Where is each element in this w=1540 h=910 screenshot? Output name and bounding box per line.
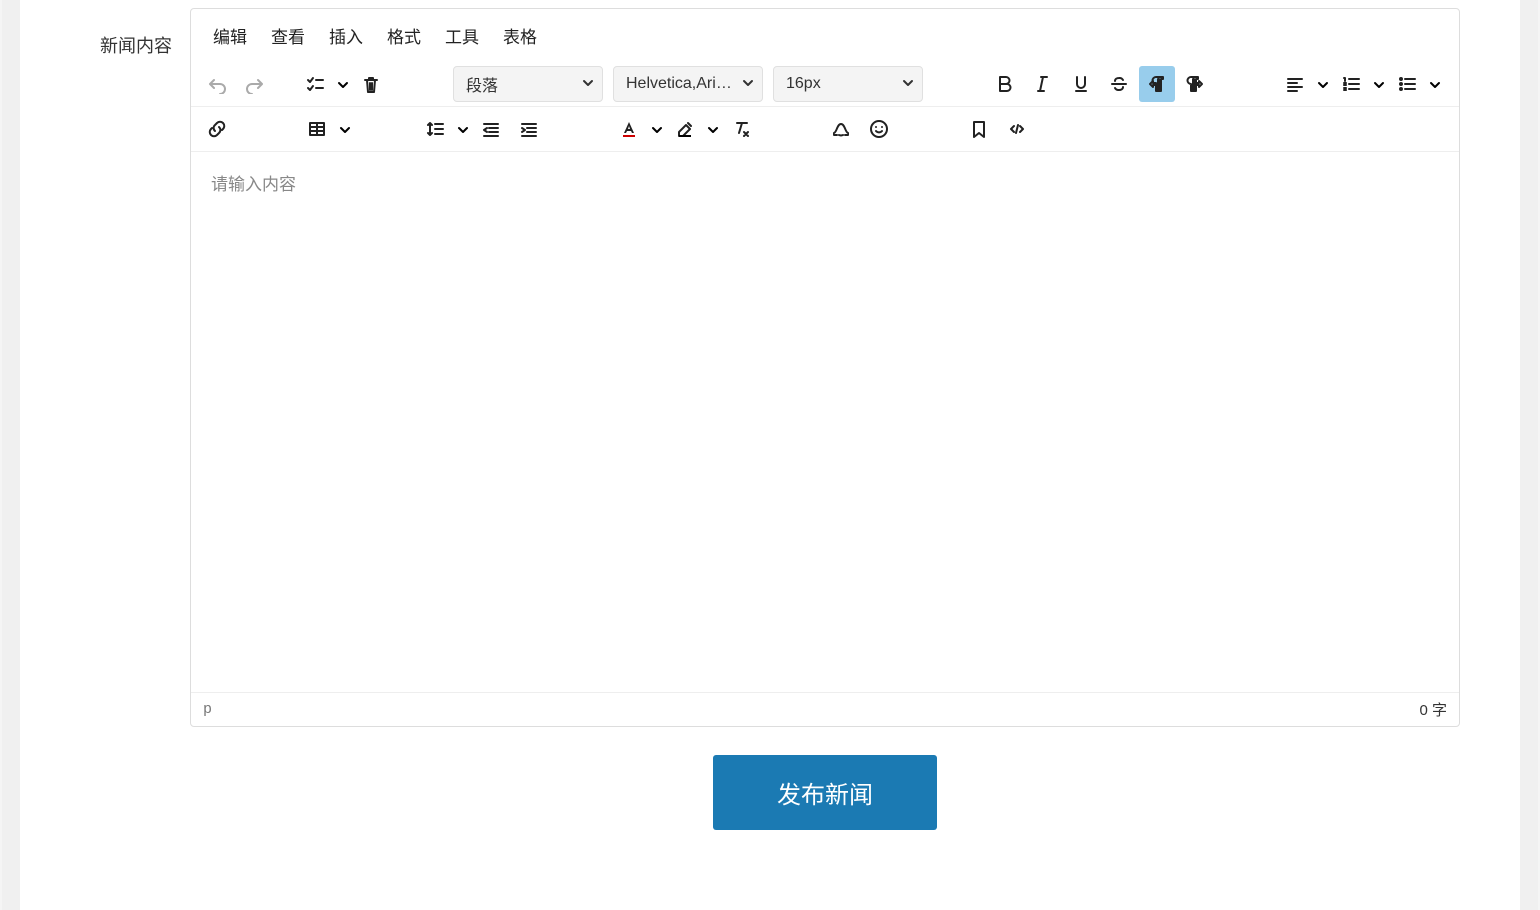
menu-view[interactable]: 查看 — [259, 15, 317, 56]
indent-icon — [519, 119, 539, 139]
bookmark-button[interactable] — [961, 111, 997, 147]
rtl-button[interactable] — [1177, 66, 1213, 102]
ordered-list-button[interactable] — [1333, 66, 1369, 102]
checklist-icon — [305, 74, 325, 94]
underline-icon — [1071, 74, 1091, 94]
chevron-down-icon — [580, 75, 594, 94]
menu-table[interactable]: 表格 — [491, 15, 549, 56]
bg-color-dropdown[interactable] — [703, 111, 721, 147]
italic-button[interactable] — [1025, 66, 1061, 102]
align-dropdown[interactable] — [1313, 66, 1331, 102]
block-format-value: 段落 — [466, 72, 498, 96]
link-icon — [207, 119, 227, 139]
table-dropdown[interactable] — [335, 111, 353, 147]
table-button[interactable] — [299, 111, 335, 147]
editor-toolbar-row-2 — [191, 107, 1459, 152]
bookmark-icon — [969, 119, 989, 139]
redo-icon — [245, 74, 265, 94]
editor-content[interactable]: 请输入内容 — [191, 152, 1459, 692]
text-color-dropdown[interactable] — [647, 111, 665, 147]
align-left-icon — [1285, 74, 1305, 94]
italic-icon — [1033, 74, 1053, 94]
indent-button[interactable] — [511, 111, 547, 147]
menu-tools[interactable]: 工具 — [433, 15, 491, 56]
line-height-button[interactable] — [417, 111, 453, 147]
chevron-down-icon — [900, 75, 914, 94]
table-icon — [307, 119, 327, 139]
bold-icon — [995, 74, 1015, 94]
bg-color-icon — [675, 119, 695, 139]
strikethrough-icon — [1109, 74, 1129, 94]
checklist-button[interactable] — [297, 66, 333, 102]
ordered-list-icon — [1341, 74, 1361, 94]
link-button[interactable] — [199, 111, 235, 147]
bg-color-button[interactable] — [667, 111, 703, 147]
line-height-dropdown[interactable] — [453, 111, 471, 147]
underline-button[interactable] — [1063, 66, 1099, 102]
undo-icon — [207, 74, 227, 94]
ltr-button[interactable] — [1139, 66, 1175, 102]
rich-text-editor: 编辑 查看 插入 格式 工具 表格 — [190, 8, 1460, 727]
menu-insert[interactable]: 插入 — [317, 15, 375, 56]
delete-button[interactable] — [353, 66, 389, 102]
unordered-list-icon — [1397, 74, 1417, 94]
menu-format[interactable]: 格式 — [375, 15, 433, 56]
clear-format-button[interactable] — [723, 111, 759, 147]
editor-menubar: 编辑 查看 插入 格式 工具 表格 — [191, 9, 1459, 62]
element-path[interactable]: p — [203, 701, 212, 718]
unordered-list-dropdown[interactable] — [1425, 66, 1443, 102]
font-family-value: Helvetica,Arial... — [626, 75, 732, 93]
editor-statusbar: p 0 字 — [191, 692, 1459, 726]
strikethrough-button[interactable] — [1101, 66, 1137, 102]
rtl-icon — [1185, 74, 1205, 94]
smile-icon — [869, 119, 889, 139]
special-char-button[interactable] — [823, 111, 859, 147]
outdent-icon — [481, 119, 501, 139]
text-color-icon — [619, 119, 639, 139]
align-button[interactable] — [1277, 66, 1313, 102]
line-height-icon — [425, 119, 445, 139]
clear-format-icon — [731, 119, 751, 139]
unordered-list-button[interactable] — [1389, 66, 1425, 102]
font-size-select[interactable]: 16px — [773, 66, 923, 102]
ordered-list-dropdown[interactable] — [1369, 66, 1387, 102]
font-family-select[interactable]: Helvetica,Arial... — [613, 66, 763, 102]
publish-button[interactable]: 发布新闻 — [713, 755, 937, 830]
redo-button[interactable] — [237, 66, 273, 102]
block-format-select[interactable]: 段落 — [453, 66, 603, 102]
omega-icon — [831, 119, 851, 139]
menu-edit[interactable]: 编辑 — [201, 15, 259, 56]
emoji-button[interactable] — [861, 111, 897, 147]
ltr-icon — [1147, 74, 1167, 94]
editor-placeholder: 请输入内容 — [211, 175, 296, 194]
editor-toolbar-row-1: 段落 Helvetica,Arial... 16px — [191, 62, 1459, 107]
text-color-button[interactable] — [611, 111, 647, 147]
outdent-button[interactable] — [473, 111, 509, 147]
font-size-value: 16px — [786, 75, 821, 93]
code-icon — [1007, 119, 1027, 139]
chevron-down-icon — [740, 75, 754, 94]
bold-button[interactable] — [987, 66, 1023, 102]
checklist-dropdown[interactable] — [333, 66, 351, 102]
trash-icon — [361, 74, 381, 94]
word-count: 0 字 — [1419, 699, 1447, 720]
code-button[interactable] — [999, 111, 1035, 147]
undo-button[interactable] — [199, 66, 235, 102]
field-label: 新闻内容 — [20, 8, 190, 58]
